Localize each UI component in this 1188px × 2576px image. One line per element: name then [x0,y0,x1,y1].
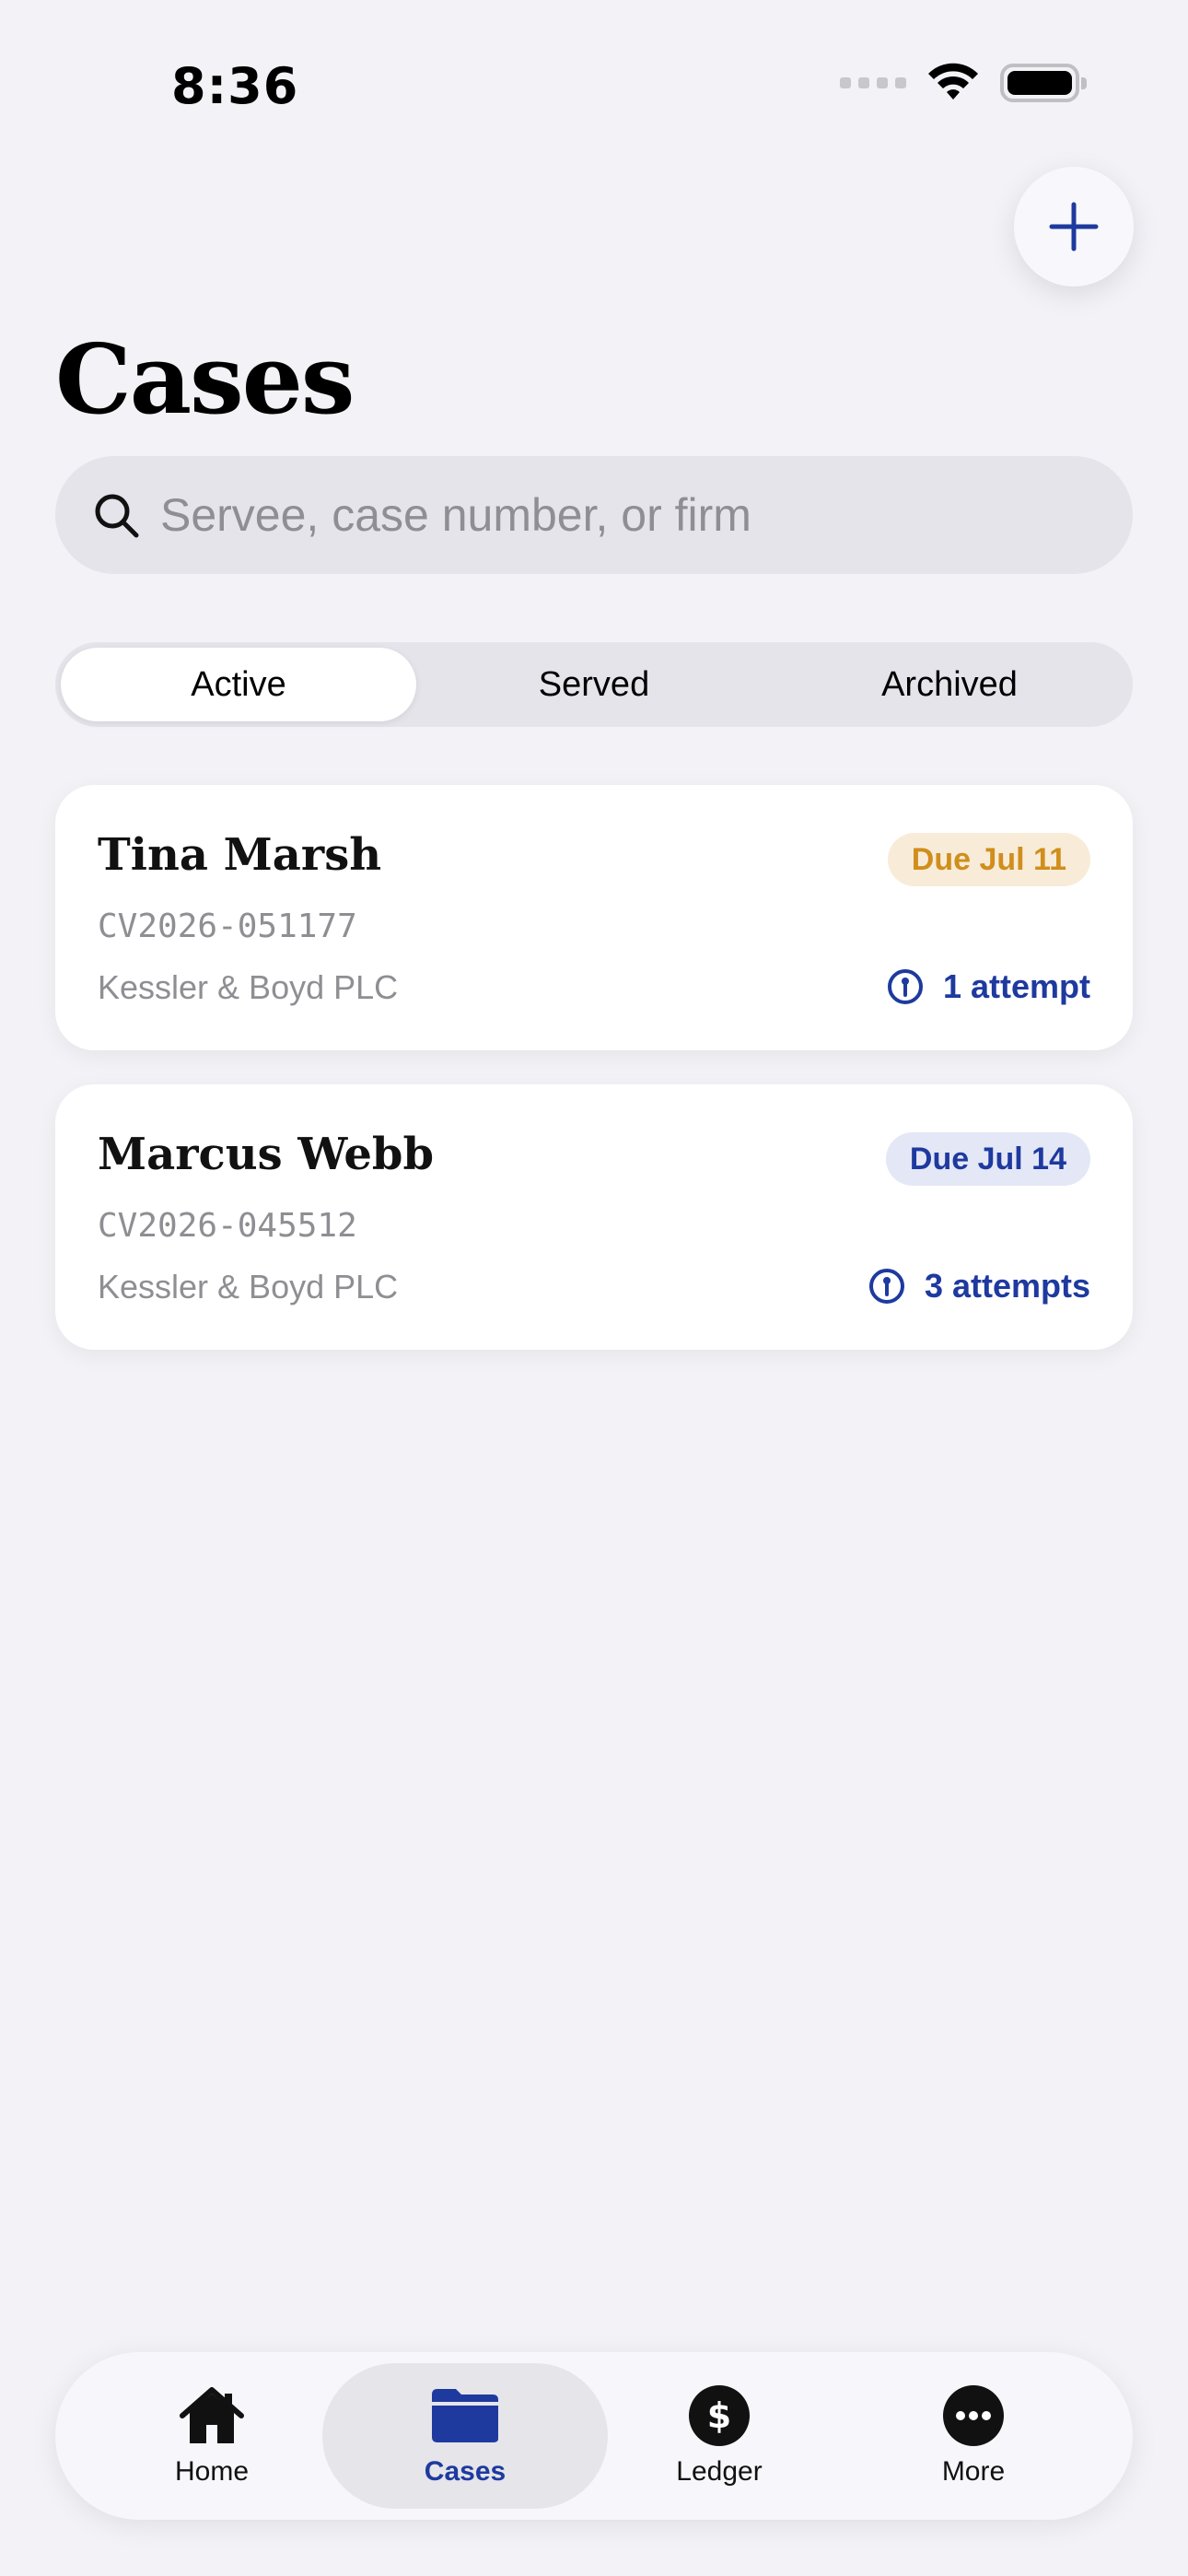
firm-name: Kessler & Boyd PLC [98,1268,399,1306]
tab-label: Ledger [676,2456,763,2487]
case-card[interactable]: Tina Marsh Due Jul 11 CV2026-051177 Kess… [55,785,1133,1050]
tab-label: More [941,2456,1006,2487]
svg-text:$: $ [707,2395,731,2436]
plus-icon [1049,202,1099,252]
battery-icon [1000,64,1087,102]
tab-label: Home [174,2456,250,2487]
status-time: 8:36 [171,57,299,115]
case-number: CV2026-051177 [98,907,357,945]
status-segmented-control: Active Served Archived [55,642,1133,727]
attempts-count: 1 attempt [886,967,1090,1006]
cases-screen: 8:36 Cases Active Served Archived [0,0,1188,2576]
case-number: CV2026-045512 [98,1207,357,1245]
ellipsis-icon [943,2385,1004,2446]
servee-name: Marcus Webb [98,1129,435,1180]
tab-label: Cases [424,2456,507,2487]
case-card[interactable]: Marcus Webb Due Jul 14 CV2026-045512 Kes… [55,1084,1133,1350]
segment-active[interactable]: Active [61,648,416,721]
tab-more[interactable]: More [831,2363,1116,2509]
firm-name: Kessler & Boyd PLC [98,968,399,1006]
tab-ledger[interactable]: $ Ledger [577,2363,862,2509]
status-indicators [840,63,1087,103]
attempts-count: 3 attempts [868,1267,1090,1306]
cellular-signal-icon [840,77,906,88]
page-title: Cases [55,322,355,436]
attempt-pin-icon [887,969,923,1004]
attempts-label: 3 attempts [924,1267,1090,1305]
add-case-button[interactable] [1014,167,1134,287]
segment-archived[interactable]: Archived [772,648,1127,721]
due-date-badge: Due Jul 14 [885,1132,1090,1186]
search-input[interactable] [160,488,989,542]
wifi-icon [928,63,978,100]
folder-icon [432,2389,498,2442]
search-bar[interactable] [55,456,1133,574]
tab-home[interactable]: Home [55,2363,368,2509]
dollar-icon: $ [689,2385,750,2446]
servee-name: Tina Marsh [98,829,382,881]
search-icon [95,494,139,538]
attempts-label: 1 attempt [942,967,1090,1005]
segment-served[interactable]: Served [416,648,772,721]
tab-bar: Home Cases $ Ledger More [55,2352,1133,2520]
tab-cases[interactable]: Cases [322,2363,608,2509]
home-icon [180,2387,244,2443]
due-date-badge: Due Jul 11 [887,833,1090,886]
attempt-pin-icon [868,1269,904,1304]
